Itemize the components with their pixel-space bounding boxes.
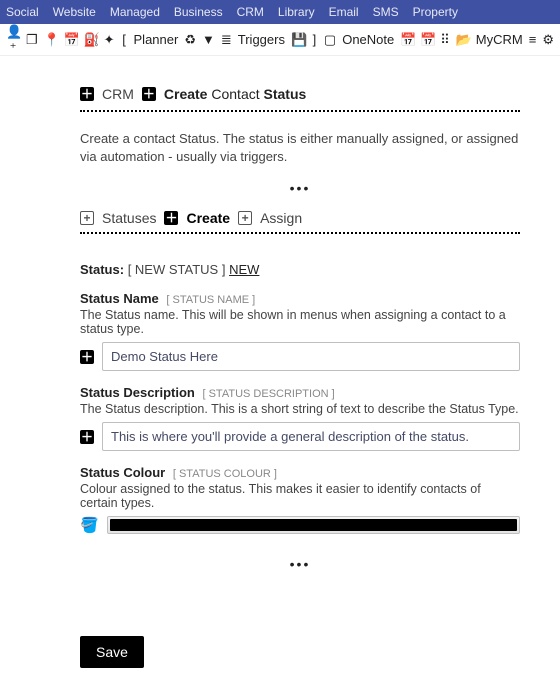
toolbar: 👤⁺ ❐ 📍 📅 ⛽ ✦ [ Planner ♻ ▼ ≣ Triggers 💾 … xyxy=(0,24,560,56)
add-icon[interactable]: ＋ xyxy=(80,350,94,364)
divider xyxy=(80,110,520,112)
status-colour-label: Status Colour xyxy=(80,465,165,480)
planner-link[interactable]: Planner xyxy=(134,32,179,47)
list-icon[interactable]: ≣ xyxy=(221,32,232,48)
tab-statuses[interactable]: Statuses xyxy=(102,210,156,226)
status-heading-bracket: [ NEW STATUS ] xyxy=(128,262,226,277)
status-desc-label: Status Description xyxy=(80,385,195,400)
nav-business[interactable]: Business xyxy=(174,5,223,19)
status-desc-help: The Status description. This is a short … xyxy=(80,402,520,416)
status-desc-token: [ STATUS DESCRIPTION ] xyxy=(202,388,334,400)
sliders-icon[interactable]: ✦ xyxy=(104,32,115,48)
add-icon[interactable]: ＋ xyxy=(80,430,94,444)
nav-library[interactable]: Library xyxy=(278,5,315,19)
nav-website[interactable]: Website xyxy=(53,5,96,19)
breadcrumb-status: Status xyxy=(264,86,307,102)
people-icon[interactable]: ⛽ xyxy=(84,32,98,48)
breadcrumb-create: Create xyxy=(164,86,208,102)
field-status-colour: Status Colour [ STATUS COLOUR ] Colour a… xyxy=(80,465,520,534)
status-name-token: [ STATUS NAME ] xyxy=(166,294,255,306)
status-colour-picker[interactable] xyxy=(107,516,520,534)
nav-crm[interactable]: CRM xyxy=(237,5,264,19)
breadcrumb-crm[interactable]: CRM xyxy=(102,86,134,102)
field-status-description: Status Description [ STATUS DESCRIPTION … xyxy=(80,385,520,451)
subtabs: + Statuses ＋ Create + Assign xyxy=(80,210,520,226)
status-new-link[interactable]: NEW xyxy=(229,262,259,277)
status-colour-help: Colour assigned to the status. This make… xyxy=(80,482,520,510)
more-menu[interactable]: ••• xyxy=(80,180,520,196)
breadcrumb: ＋ CRM ＋ Create Contact Status xyxy=(80,86,520,102)
status-name-label: Status Name xyxy=(80,291,159,306)
nav-email[interactable]: Email xyxy=(329,5,359,19)
note-icon[interactable]: ❐ xyxy=(26,32,38,48)
status-colour-swatch xyxy=(110,519,517,531)
field-status-name: Status Name [ STATUS NAME ] The Status n… xyxy=(80,291,520,371)
status-name-input[interactable] xyxy=(102,342,520,371)
status-name-help: The Status name. This will be shown in m… xyxy=(80,308,520,336)
triggers-link[interactable]: Triggers xyxy=(238,32,285,47)
divider xyxy=(80,232,520,234)
menu-icon[interactable]: ≡ xyxy=(529,32,537,47)
bracket-close-icon: ] xyxy=(311,32,318,47)
add-user-icon[interactable]: 👤⁺ xyxy=(6,24,20,56)
breadcrumb-tail: Create Contact Status xyxy=(164,86,306,102)
mycrm-link[interactable]: MyCRM xyxy=(476,32,523,47)
window-icon[interactable]: ▢ xyxy=(324,32,336,48)
bracket-open-icon: [ xyxy=(121,32,128,47)
onenote-link[interactable]: OneNote xyxy=(342,32,394,47)
tab-create[interactable]: Create xyxy=(186,210,230,226)
pin-icon[interactable]: 📍 xyxy=(44,32,58,48)
folder-icon[interactable]: 📂 xyxy=(456,32,470,48)
expand-icon[interactable]: + xyxy=(80,211,94,225)
page-description: Create a contact Status. The status is e… xyxy=(80,130,520,166)
nav-sms[interactable]: SMS xyxy=(373,5,399,19)
save-disk-icon[interactable]: 💾 xyxy=(291,32,305,48)
status-heading-label: Status: xyxy=(80,262,124,277)
expand-icon[interactable]: + xyxy=(238,211,252,225)
paint-bucket-icon[interactable]: 🪣 xyxy=(80,516,99,534)
top-nav: Social Website Managed Business CRM Libr… xyxy=(0,0,560,24)
status-heading: Status: [ NEW STATUS ] NEW xyxy=(80,262,520,277)
save-button[interactable]: Save xyxy=(80,636,144,668)
status-desc-input[interactable] xyxy=(102,422,520,451)
group-icon[interactable]: ⠿ xyxy=(440,32,450,48)
tab-assign[interactable]: Assign xyxy=(260,210,302,226)
nav-property[interactable]: Property xyxy=(413,5,458,19)
filter-icon[interactable]: ▼ xyxy=(202,32,215,47)
gear-icon[interactable]: ⚙ xyxy=(542,32,554,48)
main-content: ＋ CRM ＋ Create Contact Status Create a c… xyxy=(0,56,560,688)
calendar-icon[interactable]: 📅 xyxy=(64,32,78,48)
plus-icon[interactable]: ＋ xyxy=(142,87,156,101)
status-colour-token: [ STATUS COLOUR ] xyxy=(173,468,277,480)
calendar2-icon[interactable]: 📅 xyxy=(400,32,414,48)
nav-managed[interactable]: Managed xyxy=(110,5,160,19)
more-menu[interactable]: ••• xyxy=(80,556,520,572)
recycle-icon[interactable]: ♻ xyxy=(184,32,196,48)
calendar3-icon[interactable]: 📅 xyxy=(420,32,434,48)
plus-icon[interactable]: ＋ xyxy=(164,211,178,225)
nav-social[interactable]: Social xyxy=(6,5,39,19)
plus-icon[interactable]: ＋ xyxy=(80,87,94,101)
breadcrumb-middle: Contact xyxy=(211,86,259,102)
